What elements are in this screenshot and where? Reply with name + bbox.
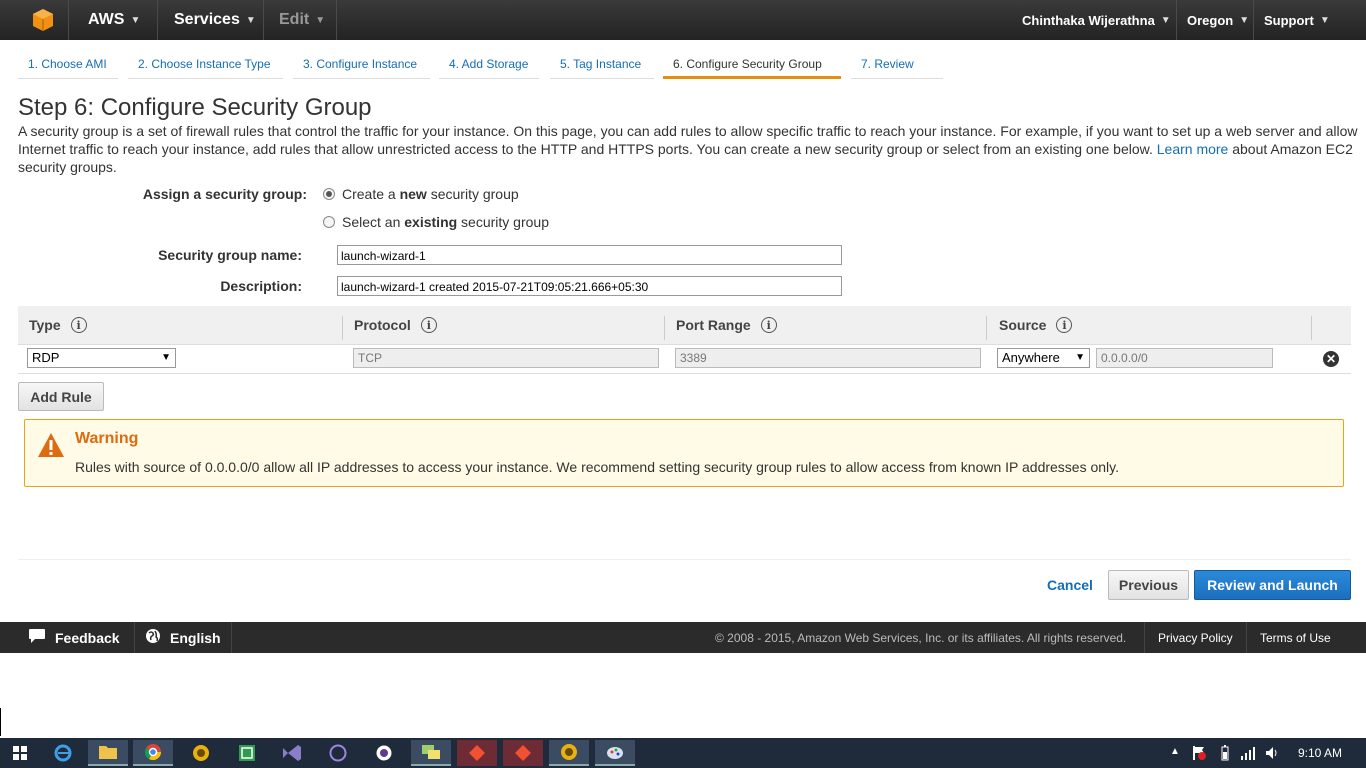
start-icon[interactable] bbox=[0, 740, 40, 766]
git-icon[interactable] bbox=[457, 740, 497, 766]
aws-menu[interactable]: AWS ▼ bbox=[88, 0, 140, 40]
add-rule-button[interactable]: Add Rule bbox=[18, 382, 104, 411]
action-center-flag-icon[interactable] bbox=[1192, 745, 1206, 766]
paint-icon[interactable] bbox=[595, 740, 635, 766]
column-header-source: Source i bbox=[999, 306, 1073, 344]
page-title: Step 6: Configure Security Group bbox=[18, 94, 372, 121]
security-group-name-label: Security group name: bbox=[158, 247, 302, 263]
console-footer: Feedback English © 2008 - 2015, Amazon W… bbox=[0, 622, 1366, 653]
tab-configure-security-group[interactable]: 6. Configure Security Group bbox=[663, 57, 841, 79]
security-group-name-input[interactable]: launch-wizard-1 bbox=[337, 245, 842, 265]
info-icon[interactable]: i bbox=[1056, 317, 1073, 333]
network-signal-icon[interactable] bbox=[1240, 745, 1256, 766]
rule-port-range-field: 3389 bbox=[675, 348, 981, 368]
review-and-launch-button[interactable]: Review and Launch bbox=[1194, 570, 1351, 600]
globe-icon bbox=[145, 628, 161, 647]
edit-menu[interactable]: Edit ▼ bbox=[279, 0, 325, 40]
user-menu[interactable]: Chinthaka Wijerathna ▼ bbox=[1022, 0, 1171, 40]
chevron-down-icon: ▼ bbox=[1160, 14, 1171, 26]
rules-table-header: Type i Protocol i Port Range i Source i bbox=[18, 306, 1351, 345]
assign-security-group-label: Assign a security group: bbox=[142, 186, 307, 202]
text-cursor bbox=[0, 708, 1, 736]
tab-tag-instance[interactable]: 5. Tag Instance bbox=[550, 57, 654, 79]
show-hidden-icons-icon[interactable]: ▲ bbox=[1170, 746, 1180, 757]
rule-type-select[interactable]: RDP ▼ bbox=[27, 348, 176, 368]
top-navigation-bar: AWS ▼ Services ▼ Edit ▼ Chinthaka Wijerathn… bbox=[0, 0, 1366, 40]
table-row: RDP ▼ TCP 3389 Anywhere ▼ 0.0.0.0/0 ✕ bbox=[18, 344, 1351, 374]
chevron-down-icon: ▼ bbox=[245, 14, 256, 26]
terms-of-use-link[interactable]: Terms of Use bbox=[1260, 631, 1331, 645]
tab-configure-instance[interactable]: 3. Configure Instance bbox=[293, 57, 430, 79]
feedback-button[interactable]: Feedback bbox=[28, 622, 120, 653]
visual-studio-icon[interactable] bbox=[272, 740, 312, 766]
warning-icon bbox=[37, 432, 65, 463]
tab-choose-instance-type[interactable]: 2. Choose Instance Type bbox=[128, 57, 283, 79]
media-icon[interactable] bbox=[181, 740, 221, 766]
battery-icon[interactable] bbox=[1221, 745, 1229, 766]
radio-select-existing-group[interactable]: Select an existing security group bbox=[323, 214, 549, 230]
app-icon[interactable] bbox=[364, 740, 404, 766]
tab-add-storage[interactable]: 4. Add Storage bbox=[439, 57, 539, 79]
tab-review[interactable]: 7. Review bbox=[851, 57, 943, 79]
description-label: Description: bbox=[220, 278, 302, 294]
remove-rule-icon[interactable]: ✕ bbox=[1323, 351, 1339, 367]
wizard-steps: 1. Choose AMI 2. Choose Instance Type 3.… bbox=[0, 40, 1366, 80]
media-icon[interactable] bbox=[549, 740, 589, 766]
intro-text: A security group is a set of firewall ru… bbox=[18, 123, 1358, 175]
aws-logo-icon[interactable] bbox=[32, 0, 54, 40]
language-selector[interactable]: English bbox=[145, 622, 221, 653]
dropdown-arrow-icon: ▼ bbox=[1075, 352, 1085, 363]
chevron-down-icon: ▼ bbox=[315, 14, 326, 26]
services-menu[interactable]: Services ▼ bbox=[174, 0, 256, 40]
speech-bubble-icon bbox=[28, 628, 46, 647]
radio-unselected-icon bbox=[323, 216, 335, 228]
divider bbox=[18, 559, 1351, 560]
taskbar-clock[interactable]: 9:10 AM bbox=[1298, 746, 1342, 760]
column-header-port-range: Port Range i bbox=[676, 306, 777, 344]
radio-selected-icon bbox=[323, 188, 335, 200]
git-icon[interactable] bbox=[503, 740, 543, 766]
info-icon[interactable]: i bbox=[760, 317, 777, 333]
dropdown-arrow-icon: ▼ bbox=[161, 352, 171, 363]
warning-alert: Warning Rules with source of 0.0.0.0/0 a… bbox=[24, 419, 1344, 487]
info-icon[interactable]: i bbox=[70, 317, 87, 333]
chevron-down-icon: ▼ bbox=[1239, 14, 1250, 26]
spreadsheet-icon[interactable] bbox=[227, 740, 267, 766]
volume-icon[interactable] bbox=[1264, 745, 1280, 766]
info-icon[interactable]: i bbox=[420, 317, 437, 333]
warning-title: Warning bbox=[75, 430, 139, 447]
warning-message: Rules with source of 0.0.0.0/0 allow all… bbox=[75, 459, 1120, 475]
support-menu[interactable]: Support ▼ bbox=[1264, 0, 1330, 40]
description-input[interactable]: launch-wizard-1 created 2015-07-21T09:05… bbox=[337, 276, 842, 296]
rule-source-select[interactable]: Anywhere ▼ bbox=[997, 348, 1090, 368]
viber-icon[interactable] bbox=[318, 740, 358, 766]
column-header-type: Type i bbox=[29, 306, 87, 344]
learn-more-link[interactable]: Learn more bbox=[1157, 141, 1229, 157]
rule-source-cidr-input[interactable]: 0.0.0.0/0 bbox=[1096, 348, 1273, 368]
privacy-policy-link[interactable]: Privacy Policy bbox=[1158, 631, 1233, 645]
rule-protocol-field: TCP bbox=[353, 348, 659, 368]
chat-icon[interactable] bbox=[411, 740, 451, 766]
chevron-down-icon: ▼ bbox=[1319, 14, 1330, 26]
file-explorer-icon[interactable] bbox=[88, 740, 128, 766]
chrome-icon[interactable] bbox=[133, 740, 173, 766]
windows-taskbar: ▲ bbox=[0, 738, 1366, 768]
internet-explorer-icon[interactable] bbox=[43, 740, 83, 766]
copyright-text: © 2008 - 2015, Amazon Web Services, Inc.… bbox=[715, 631, 1127, 645]
region-menu[interactable]: Oregon ▼ bbox=[1187, 0, 1249, 40]
column-header-protocol: Protocol i bbox=[354, 306, 437, 344]
tab-choose-ami[interactable]: 1. Choose AMI bbox=[18, 57, 118, 79]
previous-button[interactable]: Previous bbox=[1108, 570, 1189, 600]
chevron-down-icon: ▼ bbox=[130, 14, 141, 26]
radio-create-new-group[interactable]: Create a new security group bbox=[323, 186, 519, 202]
cancel-button[interactable]: Cancel bbox=[1047, 577, 1093, 593]
